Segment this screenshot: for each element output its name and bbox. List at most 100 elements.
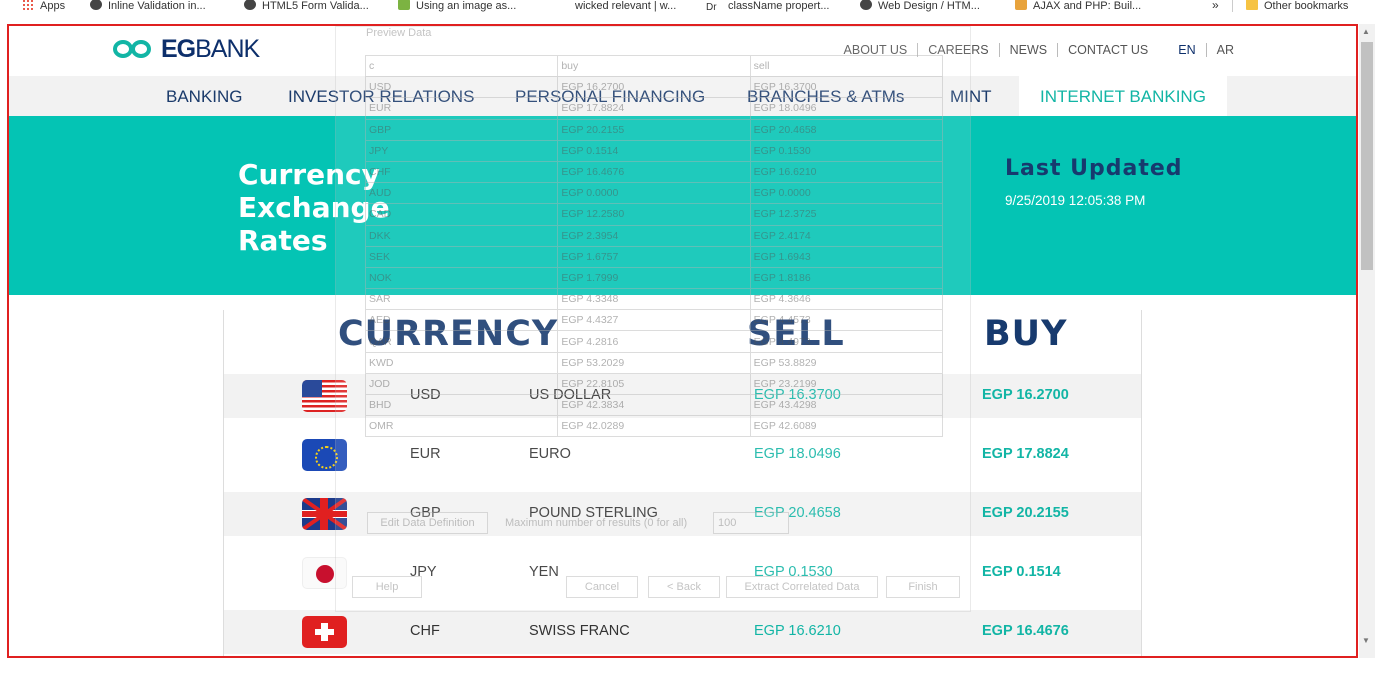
- cancel-button[interactable]: Cancel: [566, 576, 638, 598]
- buy-rate: EGP 16.2700: [982, 387, 1069, 403]
- preview-cell: GBP: [364, 118, 559, 141]
- preview-cell: EGP 42.6089: [749, 415, 944, 438]
- preview-cell: EGP 16.4676: [557, 160, 751, 184]
- preview-cell: QAR: [364, 330, 559, 353]
- preview-cell: EGP 16.3700: [749, 76, 944, 99]
- preview-row: SAR EGP 4.3348 EGP 4.3646: [364, 288, 944, 311]
- preview-row: DKK EGP 2.3954 EGP 2.4174: [364, 224, 944, 247]
- eg-bank-logo[interactable]: EG BANK: [113, 35, 260, 63]
- preview-cell: BHD: [364, 393, 559, 417]
- preview-row: EUR EGP 17.8824 EGP 18.0496: [364, 97, 944, 120]
- back-button[interactable]: < Back: [648, 576, 720, 598]
- preview-cell: DKK: [364, 224, 559, 247]
- nav-internet-banking[interactable]: INTERNET BANKING: [1019, 76, 1227, 116]
- preview-row: AED EGP 4.4327 EGP 4.4573: [364, 309, 944, 332]
- preview-cell: JPY: [364, 139, 559, 162]
- page-frame: EG BANK ABOUT US CAREERS NEWS CONTACT US…: [7, 24, 1358, 658]
- preview-cell: EGP 4.3646: [749, 288, 944, 311]
- bookmark-ajax-php[interactable]: AJAX and PHP: Buil...: [1015, 0, 1141, 13]
- preview-cell: SAR: [364, 288, 559, 311]
- extract-correlated-data-button[interactable]: Extract Correlated Data: [726, 576, 878, 598]
- bookmark-html5-form[interactable]: HTML5 Form Valida...: [244, 0, 369, 13]
- preview-cell: EGP 53.8829: [749, 351, 944, 374]
- site-icon: [557, 0, 569, 10]
- bookmark-web-design[interactable]: Web Design / HTM...: [860, 0, 980, 13]
- preview-cell: CAD: [364, 203, 559, 226]
- preview-cell: EGP 42.0289: [557, 415, 751, 438]
- preview-cell: EGP 4.4573: [749, 309, 944, 332]
- preview-header-row: c buy sell: [364, 54, 944, 78]
- preview-cell: EGP 18.0496: [749, 97, 944, 120]
- folder-icon: [1246, 0, 1258, 10]
- scroll-down-arrow-icon[interactable]: ▼: [1362, 636, 1370, 645]
- buy-column-header: BUY: [984, 314, 1068, 354]
- lang-en-link[interactable]: EN: [1168, 43, 1205, 57]
- dialog-title: Preview Data: [366, 27, 432, 39]
- nav-banking[interactable]: BANKING: [166, 76, 243, 116]
- currency-code: CHF: [410, 623, 440, 639]
- scrollbar-thumb[interactable]: [1361, 42, 1373, 270]
- swiss-flag-icon: [302, 616, 347, 648]
- edit-data-definition-button[interactable]: Edit Data Definition: [367, 512, 488, 534]
- finish-button[interactable]: Finish: [886, 576, 960, 598]
- preview-row: SEK EGP 1.6757 EGP 1.6943: [364, 245, 944, 268]
- currency-name: SWISS FRANC: [529, 623, 630, 639]
- site-icon: [90, 0, 102, 10]
- bookmarks-bar: Apps Inline Validation in... HTML5 Form …: [0, 0, 1382, 14]
- dr-icon: Dr: [706, 1, 722, 13]
- sell-rate: EGP 16.6210: [754, 623, 841, 639]
- preview-cell: EUR: [364, 97, 559, 120]
- preview-cell: EGP 17.8824: [557, 97, 751, 120]
- preview-row: QAR EGP 4.2816 EGP 4.4973: [364, 330, 944, 353]
- bookmarks-divider: [1232, 0, 1233, 12]
- linux-icon: [244, 0, 256, 10]
- bookmark-other[interactable]: Other bookmarks: [1246, 0, 1348, 13]
- preview-cell: EGP 4.2816: [557, 330, 751, 353]
- preview-cell: EGP 53.2029: [557, 351, 751, 374]
- preview-cell: EGP 1.7999: [557, 266, 751, 290]
- bookmark-inline-validation[interactable]: Inline Validation in...: [90, 0, 206, 13]
- news-link[interactable]: NEWS: [1000, 43, 1058, 57]
- scroll-up-arrow-icon[interactable]: ▲: [1362, 27, 1370, 36]
- logo-mark-icon: [113, 38, 157, 60]
- help-button[interactable]: Help: [352, 576, 422, 598]
- preview-cell: EGP 1.6943: [749, 245, 944, 268]
- preview-cell: JOD: [364, 372, 559, 396]
- preview-row: CAD EGP 12.2580 EGP 12.3725: [364, 203, 944, 226]
- preview-cell: EGP 22.8105: [557, 372, 751, 396]
- preview-cell: EGP 43.4298: [749, 393, 944, 417]
- preview-cell: OMR: [364, 415, 559, 438]
- preview-cell: EGP 4.4973: [749, 330, 944, 353]
- preview-row: KWD EGP 53.2029 EGP 53.8829: [364, 351, 944, 374]
- preview-cell: EGP 2.4174: [749, 224, 944, 247]
- buy-rate: EGP 0.1514: [982, 564, 1061, 580]
- preview-cell: SEK: [364, 245, 559, 268]
- preview-row: AUD EGP 0.0000 EGP 0.0000: [364, 182, 944, 205]
- bookmarks-more-button[interactable]: »: [1212, 0, 1219, 12]
- bookmark-apps[interactable]: Apps: [22, 0, 65, 13]
- preview-cell: AUD: [364, 182, 559, 205]
- contact-us-link[interactable]: CONTACT US: [1058, 43, 1158, 57]
- preview-cell: CHF: [364, 160, 559, 184]
- preview-col-header: sell: [749, 54, 944, 78]
- preview-cell: EGP 20.4658: [749, 118, 944, 141]
- preview-cell: EGP 0.1514: [557, 139, 751, 162]
- preview-row: OMR EGP 42.0289 EGP 42.6089: [364, 415, 944, 438]
- preview-row: CHF EGP 16.4676 EGP 16.6210: [364, 160, 944, 184]
- preview-row: JOD EGP 22.8105 EGP 23.2199: [364, 372, 944, 396]
- preview-cell: KWD: [364, 351, 559, 374]
- preview-cell: USD: [364, 76, 559, 99]
- last-updated-label: Last Updated: [1005, 156, 1183, 181]
- bookmark-using-image[interactable]: Using an image as...: [398, 0, 516, 13]
- max-results-input[interactable]: 100: [713, 512, 789, 534]
- preview-cell: EGP 20.2155: [557, 118, 751, 141]
- preview-row: NOK EGP 1.7999 EGP 1.8186: [364, 266, 944, 290]
- rate-row-chf: CHF SWISS FRANC EGP 16.6210 EGP 16.4676: [224, 610, 1141, 654]
- bookmark-wicked-relevant[interactable]: wicked relevant | w...: [557, 0, 676, 13]
- bookmark-classname[interactable]: Dr className propert...: [706, 0, 829, 13]
- site-icon: [398, 0, 410, 10]
- preview-cell: EGP 4.3348: [557, 288, 751, 311]
- globe-icon: [860, 0, 872, 10]
- preview-cell: AED: [364, 309, 559, 332]
- lang-ar-link[interactable]: AR: [1207, 43, 1244, 57]
